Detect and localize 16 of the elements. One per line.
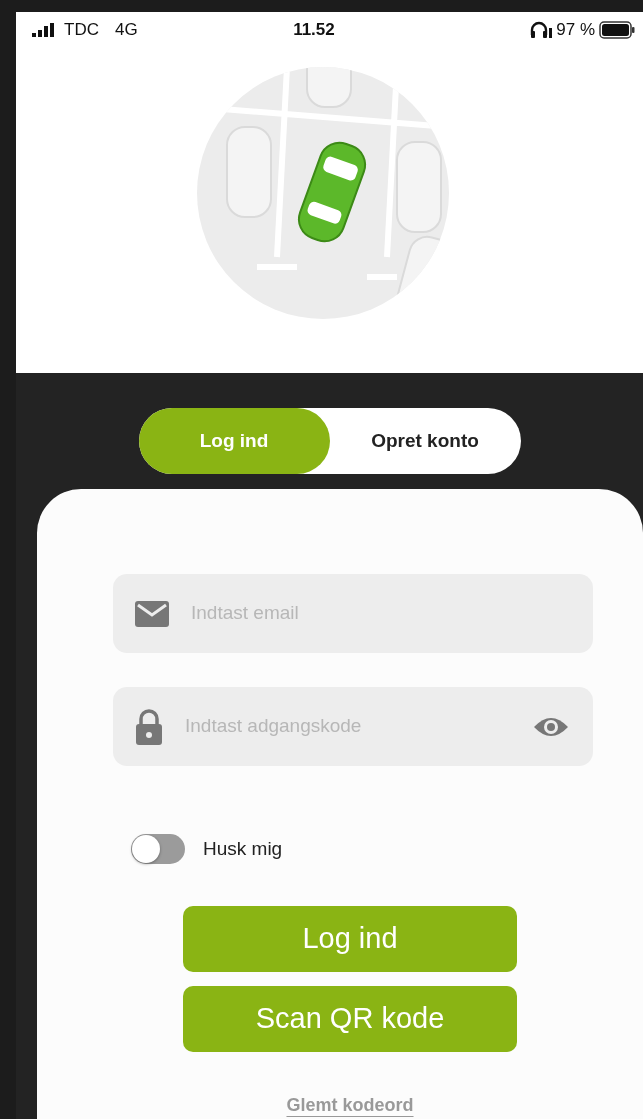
tab[interactable]: Opret konto <box>329 408 521 474</box>
envelope-icon <box>135 600 169 627</box>
action-button[interactable]: Scan QR kode <box>183 986 517 1052</box>
tab[interactable]: Log ind <box>138 408 330 474</box>
network-type: 4G <box>114 18 138 41</box>
remember-toggle[interactable] <box>131 834 185 864</box>
carrier-name: TDC <box>64 18 99 41</box>
clock-time: 11.52 <box>293 18 335 41</box>
battery-icon <box>599 20 635 39</box>
headphones-icon <box>530 20 553 39</box>
signal-icon <box>32 22 56 37</box>
action-button[interactable]: Log ind <box>183 906 517 972</box>
forgot-password-link[interactable]: Glemt kodeord <box>286 1092 414 1119</box>
battery-percentage: 97 % <box>556 18 595 41</box>
remember-label: Husk mig <box>203 836 283 861</box>
padlock-icon <box>135 708 163 745</box>
